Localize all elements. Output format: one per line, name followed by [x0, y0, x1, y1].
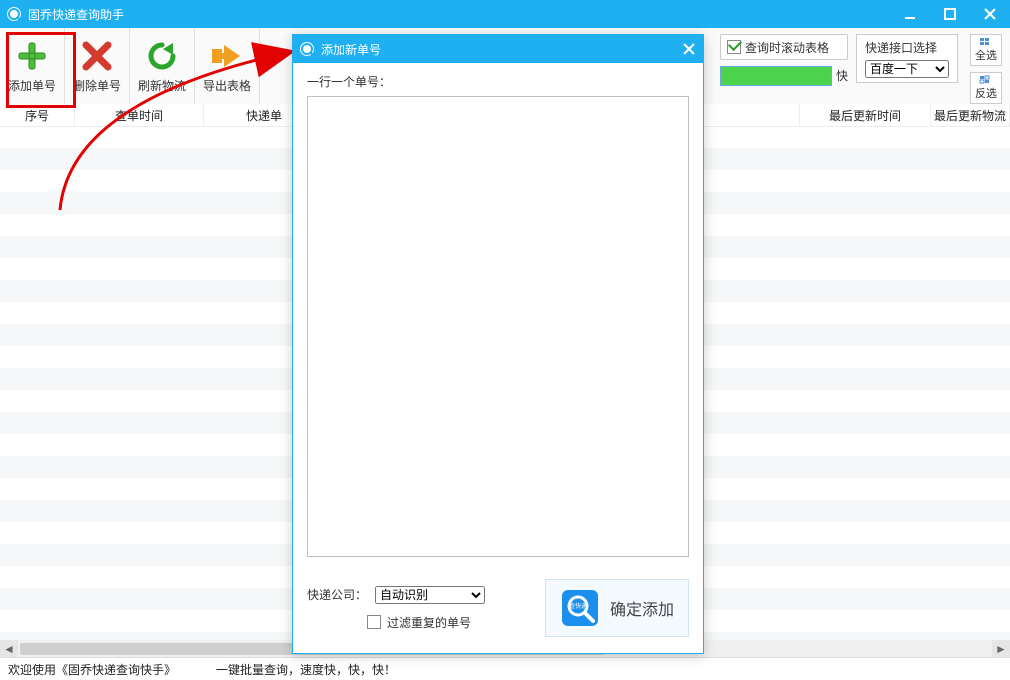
col-last-logistics[interactable]: 最后更新物流 — [931, 104, 1010, 126]
search-express-icon: 查快递 — [560, 588, 600, 628]
delete-tracking-label: 删除单号 — [73, 77, 121, 94]
confirm-label: 确定添加 — [610, 596, 674, 620]
app-icon — [6, 6, 22, 22]
company-select[interactable]: 自动识别 — [375, 586, 485, 604]
select-all-button[interactable]: 全选 — [970, 34, 1002, 66]
dialog-app-icon — [299, 41, 315, 57]
company-label: 快递公司： — [307, 586, 367, 603]
col-last-update[interactable]: 最后更新时间 — [800, 104, 931, 126]
dialog-close-button[interactable] — [675, 35, 703, 63]
dialog-hint: 一行一个单号： — [307, 73, 689, 90]
add-tracking-button[interactable]: 添加单号 — [0, 28, 65, 104]
col-query-time[interactable]: 查单时间 — [75, 104, 204, 126]
svg-text:查快递: 查快递 — [569, 602, 587, 610]
close-button[interactable] — [970, 0, 1010, 28]
scroll-on-query-checkbox[interactable]: 查询时滚动表格 — [720, 34, 848, 60]
progress-bar — [720, 66, 832, 86]
status-bar: 欢迎使用《固乔快递查询快手》 一键批量查询，速度快，快，快！ — [0, 657, 1010, 680]
invert-selection-button[interactable]: 反选 — [970, 72, 1002, 104]
filter-duplicates-checkbox[interactable]: 过滤重复的单号 — [367, 614, 485, 631]
api-select[interactable]: 百度一下 — [865, 60, 949, 78]
refresh-button[interactable]: 刷新物流 — [130, 28, 195, 104]
scroll-right-icon[interactable]: ► — [992, 640, 1010, 658]
export-label: 导出表格 — [203, 77, 251, 94]
app-title: 固乔快递查询助手 — [28, 6, 890, 23]
add-tracking-dialog: 添加新单号 一行一个单号： 快递公司： 自动识别 过滤重复的单号 — [292, 34, 704, 654]
scroll-on-query-label: 查询时滚动表格 — [745, 39, 829, 56]
add-tracking-label: 添加单号 — [8, 77, 56, 94]
scroll-left-icon[interactable]: ◄ — [0, 640, 18, 658]
main-titlebar: 固乔快递查询助手 — [0, 0, 1010, 28]
delete-tracking-button[interactable]: 删除单号 — [65, 28, 130, 104]
dialog-title: 添加新单号 — [321, 41, 675, 58]
x-icon — [80, 39, 114, 73]
api-label: 快递接口选择 — [865, 39, 949, 56]
api-select-group: 快递接口选择 百度一下 — [856, 34, 958, 83]
progress-suffix: 快 — [836, 67, 848, 84]
col-seq[interactable]: 序号 — [0, 104, 75, 126]
export-button[interactable]: 导出表格 — [195, 28, 260, 104]
refresh-icon — [145, 39, 179, 73]
confirm-add-button[interactable]: 查快递 确定添加 — [545, 579, 689, 637]
export-icon — [210, 39, 244, 73]
refresh-label: 刷新物流 — [138, 77, 186, 94]
checkbox-icon — [727, 40, 741, 54]
plus-icon — [15, 39, 49, 73]
tracking-numbers-textarea[interactable] — [307, 96, 689, 557]
dialog-titlebar: 添加新单号 — [293, 35, 703, 63]
checkbox-icon — [367, 615, 381, 629]
status-slogan: 一键批量查询，速度快，快，快！ — [216, 661, 396, 678]
maximize-button[interactable] — [930, 0, 970, 28]
status-welcome: 欢迎使用《固乔快递查询快手》 — [8, 661, 176, 678]
filter-label: 过滤重复的单号 — [387, 614, 471, 631]
minimize-button[interactable] — [890, 0, 930, 28]
